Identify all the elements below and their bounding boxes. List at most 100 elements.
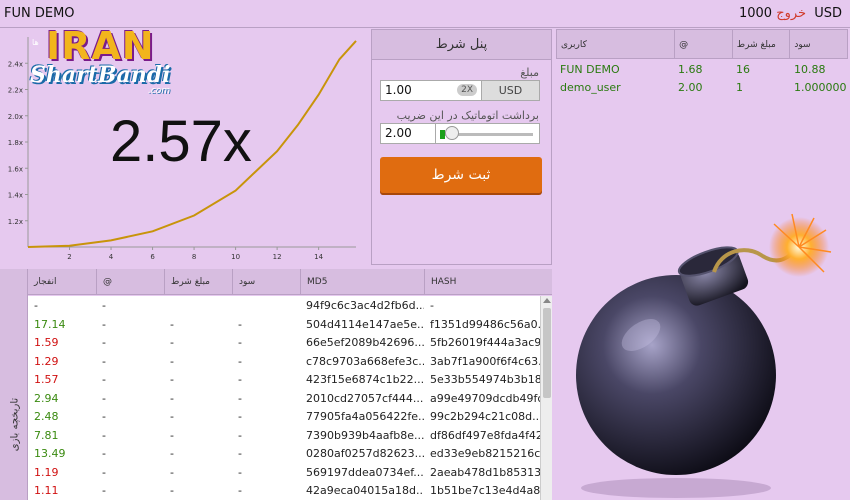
history-cell-bet: - xyxy=(170,484,174,497)
players-cell-bet: 16 xyxy=(736,63,750,76)
history-cell-profit: - xyxy=(238,484,242,497)
history-cell-crash: 1.11 xyxy=(34,484,59,497)
history-cell-profit: - xyxy=(238,428,242,442)
history-cell-profit: - xyxy=(238,354,242,368)
history-cell-hash: df86df497e8fda4f42... xyxy=(430,428,540,442)
players-body: FUN DEMO 1.68 16 10.88 demo_user 2.00 1 1.00000… xyxy=(556,59,848,95)
y-tick-label: 2.2x xyxy=(8,87,23,95)
history-cell-md5: 77905fa4a056422fe... xyxy=(306,410,424,423)
history-body: - -94f9c6c3ac4d2fb6d... -17.14- - -504d4114e… xyxy=(28,296,540,500)
players-cell-profit: 1.000000 xyxy=(794,81,847,94)
history-col-md5: MD5 xyxy=(300,269,424,294)
amount-label: مبلغ xyxy=(520,66,539,79)
history-cell-crash: 1.57 xyxy=(34,373,59,386)
history-side-tab: تاریخچه بازی xyxy=(0,269,28,500)
site-logo: ها IRAN ShartBandi .com xyxy=(30,24,180,96)
amount-input[interactable]: 1.00 2X xyxy=(380,80,482,101)
players-cell-user: FUN DEMO xyxy=(560,63,620,76)
history-cell-at: - xyxy=(102,410,106,423)
history-cell-md5: 0280af0257d82623... xyxy=(306,447,424,460)
history-cell-profit: - xyxy=(238,447,242,460)
history-cell-bet: - xyxy=(170,447,174,460)
players-header: کاربری @ مبلغ شرط سود xyxy=(556,29,848,59)
players-col-profit: سود xyxy=(789,30,847,58)
slider-fill xyxy=(440,130,445,139)
y-tick-label: 1.6x xyxy=(8,165,23,173)
history-header: انفجار @ مبلغ شرط سود MD5 HASH xyxy=(28,269,552,295)
history-cell-at: - xyxy=(102,484,106,497)
history-cell-crash: - xyxy=(34,299,38,312)
auto-cashout-slider[interactable] xyxy=(436,123,540,144)
history-cell-md5: 504d4114e147ae5e... xyxy=(306,317,424,331)
history-row: 1.59 - - - 66e5ef2089b42696... 5fb26019f444a3… xyxy=(28,333,540,352)
place-bet-button[interactable]: ثبت شرط xyxy=(380,157,542,193)
players-cell-profit: 10.88 xyxy=(794,63,826,76)
auto-cashout-group: 2.00 xyxy=(380,123,540,144)
history-cell-at: - xyxy=(102,428,106,442)
history-cell-crash: 2.94 xyxy=(34,391,59,405)
logo-line-2: ShartBandi xyxy=(30,62,171,88)
scroll-up-icon[interactable] xyxy=(543,298,551,303)
x-tick-label: 12 xyxy=(273,253,282,261)
history-cell-bet: - xyxy=(170,391,174,405)
history-cell-at: - xyxy=(102,317,106,331)
history-scrollbar[interactable] xyxy=(540,296,552,500)
history-cell-at: - xyxy=(102,465,106,479)
history-cell-hash: 99c2b294c21c08d... xyxy=(430,410,540,423)
players-col-at: @ xyxy=(674,30,732,58)
x-tick-label: 10 xyxy=(231,253,240,261)
history-cell-hash: a99e49709dcdb49fc... xyxy=(430,391,540,405)
x-tick-label: 14 xyxy=(314,253,323,261)
history-cell-crash: 1.59 xyxy=(34,336,59,349)
history-row: 17.14 - - - 504d4114e147ae5e... f1351d99486c5… xyxy=(28,315,540,334)
history-cell-md5: 66e5ef2089b42696... xyxy=(306,336,424,349)
players-cell-user: demo_user xyxy=(560,81,621,94)
history-cell-bet: - xyxy=(170,428,174,442)
history-row: 1.57 - - - 423f15e6874c1b22... 5e33b554974b3b… xyxy=(28,370,540,389)
history-col-profit: سود xyxy=(232,269,300,294)
history-cell-md5: 569197ddea0734ef... xyxy=(306,465,424,479)
x-tick-label: 8 xyxy=(192,253,196,261)
scroll-thumb[interactable] xyxy=(543,308,551,398)
bet-panel: پنل شرط مبلغ 1.00 2X USD برداشت اتوماتیک… xyxy=(371,29,552,265)
exit-link[interactable]: خروج xyxy=(776,6,806,21)
history-cell-md5: 423f15e6874c1b22... xyxy=(306,373,424,386)
amount-value: 1.00 xyxy=(385,83,412,97)
history-cell-hash: 5fb26019f444a3ac9... xyxy=(430,336,540,349)
y-tick-label: 2.4x xyxy=(8,60,23,68)
history-cell-bet xyxy=(164,296,232,315)
history-cell-crash: 7.81 xyxy=(34,428,59,442)
history-cell-bet: - xyxy=(170,410,174,423)
y-tick-label: 1.8x xyxy=(8,139,23,147)
y-tick-label: 1.4x xyxy=(8,192,23,200)
history-cell-bet: - xyxy=(170,465,174,479)
history-side-label: تاریخچه بازی xyxy=(9,397,21,452)
history-cell-bet: - xyxy=(170,317,174,331)
auto-cashout-input[interactable]: 2.00 xyxy=(380,123,436,144)
players-cell-at: 2.00 xyxy=(678,81,703,94)
history-table: تاریخچه بازی انفجار @ مبلغ شرط سود MD5 H… xyxy=(0,269,552,500)
history-cell-crash: 2.48 xyxy=(34,410,59,423)
double-amount-button[interactable]: 2X xyxy=(457,84,477,96)
history-cell-at: - xyxy=(102,354,106,368)
currency-select[interactable]: USD xyxy=(482,80,540,101)
history-cell-at: - xyxy=(102,336,106,349)
players-row: FUN DEMO 1.68 16 10.88 xyxy=(556,59,848,77)
logo-small-text: ها xyxy=(32,38,39,47)
history-cell-at: - xyxy=(102,447,106,460)
history-row: 7.81 - - - 7390b939b4aafb8e... df86df497e8fda… xyxy=(28,426,540,445)
history-cell-md5: c78c9703a668efe3c... xyxy=(306,354,424,368)
history-cell-md5: 42a9eca04015a18d... xyxy=(306,484,424,497)
history-cell-profit: - xyxy=(238,336,242,349)
balance-amount: 1000 xyxy=(738,6,773,21)
players-row: demo_user 2.00 1 1.000000 xyxy=(556,77,848,95)
amount-group: 1.00 2X USD xyxy=(380,80,540,101)
history-row: 1.11 - - - 42a9eca04015a18d... 1b51be7c13e4d4… xyxy=(28,481,540,500)
history-cell-profit: - xyxy=(238,391,242,405)
x-tick-label: 2 xyxy=(67,253,71,261)
history-row: 1.19 - - - 569197ddea0734ef... 2aeab478d1b853… xyxy=(28,463,540,482)
slider-thumb[interactable] xyxy=(444,126,459,140)
history-cell-hash: 1b51be7c13e4d4a8... xyxy=(430,484,540,497)
logo-line-3: .com xyxy=(148,86,171,96)
balance-currency: USD xyxy=(814,6,842,21)
